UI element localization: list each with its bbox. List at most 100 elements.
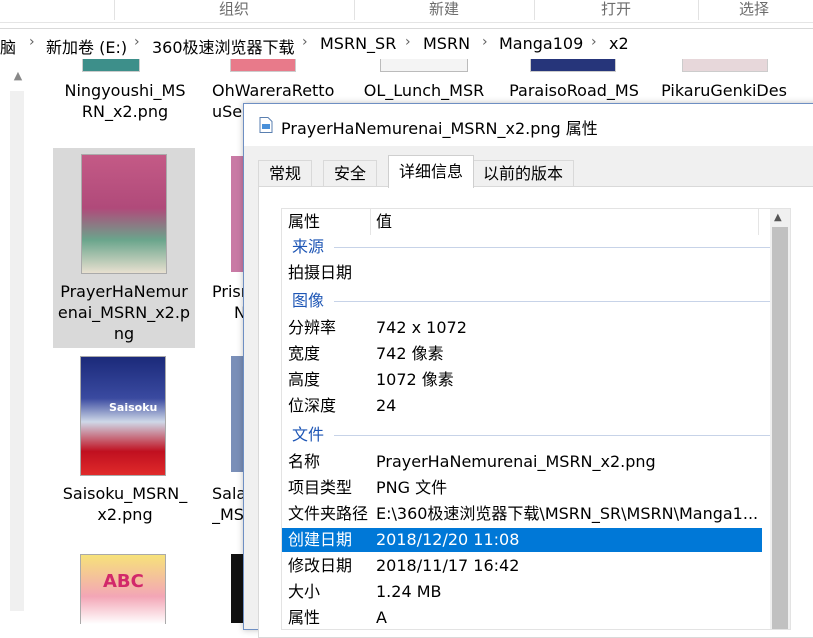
property-row-bit-depth[interactable]: 位深度 24	[282, 394, 762, 418]
scrollbar-thumb[interactable]	[772, 227, 788, 629]
property-row-taken-date[interactable]: 拍摄日期	[282, 261, 762, 285]
thumbnail-abc[interactable]: ABC	[80, 554, 166, 624]
group-divider	[334, 435, 776, 436]
file-name-line: PikaruGenkiDes	[661, 81, 787, 100]
property-name: 名称	[288, 452, 321, 471]
property-row-folder-path[interactable]: 文件夹路径 E:\360极速浏览器下载\MSRN_SR\MSRN\Manga1.…	[282, 502, 762, 526]
thumbnail-pikaru[interactable]	[682, 59, 768, 72]
file-item-ningyoushi[interactable]: Ningyoushi_MS RN_x2.png	[55, 80, 195, 122]
file-item-prism[interactable]: Prism N	[212, 281, 246, 323]
property-value: E:\360极速浏览器下载\MSRN_SR\MSRN\Manga1...	[376, 504, 759, 523]
chevron-right-icon[interactable]: ›	[302, 34, 308, 50]
property-name: 拍摄日期	[288, 263, 353, 282]
breadcrumb-x2[interactable]: x2	[609, 34, 629, 53]
property-value: 742 像素	[376, 344, 444, 363]
file-item-sala[interactable]: Sala _MS	[212, 483, 246, 525]
property-name: 位深度	[288, 396, 337, 415]
property-name: 大小	[288, 582, 321, 601]
property-row-name[interactable]: 名称 PrayerHaNemurenai_MSRN_x2.png	[282, 450, 762, 474]
file-name-line: ng	[113, 324, 135, 343]
property-row-modified-date[interactable]: 修改日期 2018/11/17 16:42	[282, 554, 762, 578]
property-list-scrollbar[interactable]: ▲	[770, 209, 790, 629]
tab-general[interactable]: 常规	[258, 160, 313, 187]
thumbnail-sala[interactable]	[231, 356, 243, 472]
tab-details[interactable]: 详细信息	[388, 155, 475, 188]
property-name: 宽度	[288, 344, 321, 363]
file-name-line: OL_Lunch_MSR	[363, 81, 485, 100]
column-separator[interactable]	[758, 209, 759, 235]
property-value: 2018/11/17 16:42	[376, 556, 520, 575]
column-header-value[interactable]: 值	[376, 209, 392, 235]
breadcrumb-download-folder[interactable]: 360极速浏览器下载	[152, 34, 295, 58]
ribbon-group-select: 选择	[738, 0, 769, 18]
property-value: 2018/12/20 11:08	[376, 530, 520, 549]
file-item-paraisoroad[interactable]: ParaisoRoad_MS	[504, 80, 644, 101]
address-bar[interactable]: 脑 › 新加卷 (E:) › 360极速浏览器下载 › MSRN_SR › MS…	[0, 28, 813, 60]
breadcrumb-msrn-sr[interactable]: MSRN_SR	[320, 34, 396, 53]
file-item-pikaru[interactable]: PikaruGenkiDes	[654, 80, 794, 101]
property-row-item-type[interactable]: 项目类型 PNG 文件	[282, 476, 762, 500]
thumbnail-ol-lunch[interactable]	[380, 59, 468, 72]
breadcrumb-drive-e[interactable]: 新加卷 (E:)	[46, 34, 127, 58]
ribbon-group-open: 打开	[600, 0, 631, 18]
file-name-line: OhWareraRetto	[212, 81, 335, 100]
group-header-image[interactable]: 图像	[292, 288, 324, 314]
scroll-track[interactable]	[10, 91, 24, 611]
scroll-up-icon[interactable]: ▲	[774, 212, 782, 223]
property-row-resolution[interactable]: 分辨率 742 x 1072	[282, 316, 762, 340]
column-separator[interactable]	[370, 209, 371, 235]
property-name: 文件夹路径	[288, 504, 369, 523]
breadcrumb-this-pc[interactable]: 脑	[0, 34, 16, 58]
property-row-size[interactable]: 大小 1.24 MB	[282, 580, 762, 604]
scroll-up-icon[interactable]: ▲	[8, 69, 28, 89]
group-divider	[334, 301, 776, 302]
properties-dialog: PrayerHaNemurenai_MSRN_x2.png 属性 常规 安全 详…	[243, 103, 813, 638]
breadcrumb-manga109[interactable]: Manga109	[499, 34, 583, 53]
thumbnail-ningyoushi[interactable]	[82, 59, 140, 72]
file-name-line: Prism	[212, 282, 246, 301]
chevron-right-icon[interactable]: ›	[482, 34, 488, 50]
thumbnail-paraisoroad[interactable]	[530, 59, 616, 72]
chevron-right-icon[interactable]: ›	[405, 34, 411, 50]
navigation-pane-scrollbar[interactable]: ▲	[0, 59, 32, 623]
thumbnail-partial[interactable]	[231, 554, 243, 623]
file-item-ol-lunch[interactable]: OL_Lunch_MSR	[354, 80, 494, 101]
property-row-attributes[interactable]: 属性 A	[282, 606, 762, 629]
group-header-file[interactable]: 文件	[292, 422, 324, 448]
file-name-line: enai_MSRN_x2.p	[57, 303, 191, 322]
chevron-right-icon[interactable]: ›	[591, 34, 597, 50]
property-name: 项目类型	[288, 478, 353, 497]
property-value: PrayerHaNemurenai_MSRN_x2.png	[376, 452, 656, 471]
file-item-prayerhanemurenai[interactable]: PrayerHaNemur enai_MSRN_x2.p ng	[53, 148, 195, 348]
property-name: 属性	[288, 608, 321, 627]
group-header-origin[interactable]: 来源	[292, 234, 324, 260]
dialog-title-bar[interactable]: PrayerHaNemurenai_MSRN_x2.png 属性	[244, 104, 813, 146]
property-value: A	[376, 608, 387, 627]
thumbnail-prism[interactable]	[231, 156, 243, 272]
property-name: 创建日期	[288, 530, 353, 549]
file-item-saisoku[interactable]: Saisoku_MSRN_ x2.png	[55, 483, 195, 525]
file-name-line: ParaisoRoad_MS	[509, 81, 639, 100]
thumbnail-saisoku[interactable]: Saisoku	[80, 356, 166, 476]
ribbon-group-labels: 组织 新建 打开 选择	[0, 0, 813, 23]
column-header-property[interactable]: 属性	[288, 209, 320, 235]
property-row-height[interactable]: 高度 1072 像素	[282, 368, 762, 392]
property-row-created-date[interactable]: 创建日期 2018/12/20 11:08	[282, 528, 762, 552]
file-name-line: PrayerHaNemur	[60, 282, 188, 301]
property-list[interactable]: 属性 值 来源 拍摄日期 图像 分辨率 742 x 1072 宽度 742 像素…	[281, 208, 791, 630]
chevron-right-icon[interactable]: ›	[29, 34, 35, 50]
property-row-width[interactable]: 宽度 742 像素	[282, 342, 762, 366]
chevron-right-icon[interactable]: ›	[134, 34, 140, 50]
file-name-line: _MS	[212, 505, 244, 524]
thumbnail-ohwarera[interactable]	[230, 59, 296, 72]
thumbnail-saisoku-label: Saisoku	[109, 401, 158, 414]
property-value: 742 x 1072	[376, 318, 467, 337]
file-icon	[259, 117, 273, 137]
tab-security[interactable]: 安全	[323, 160, 378, 187]
tab-previous-versions[interactable]: 以前的版本	[472, 160, 575, 187]
breadcrumb-msrn[interactable]: MSRN	[423, 34, 470, 53]
property-name: 修改日期	[288, 556, 353, 575]
dialog-title: PrayerHaNemurenai_MSRN_x2.png 属性	[281, 119, 598, 138]
file-name-line: Ningyoushi_MS	[64, 81, 186, 100]
property-value: 1.24 MB	[376, 582, 442, 601]
